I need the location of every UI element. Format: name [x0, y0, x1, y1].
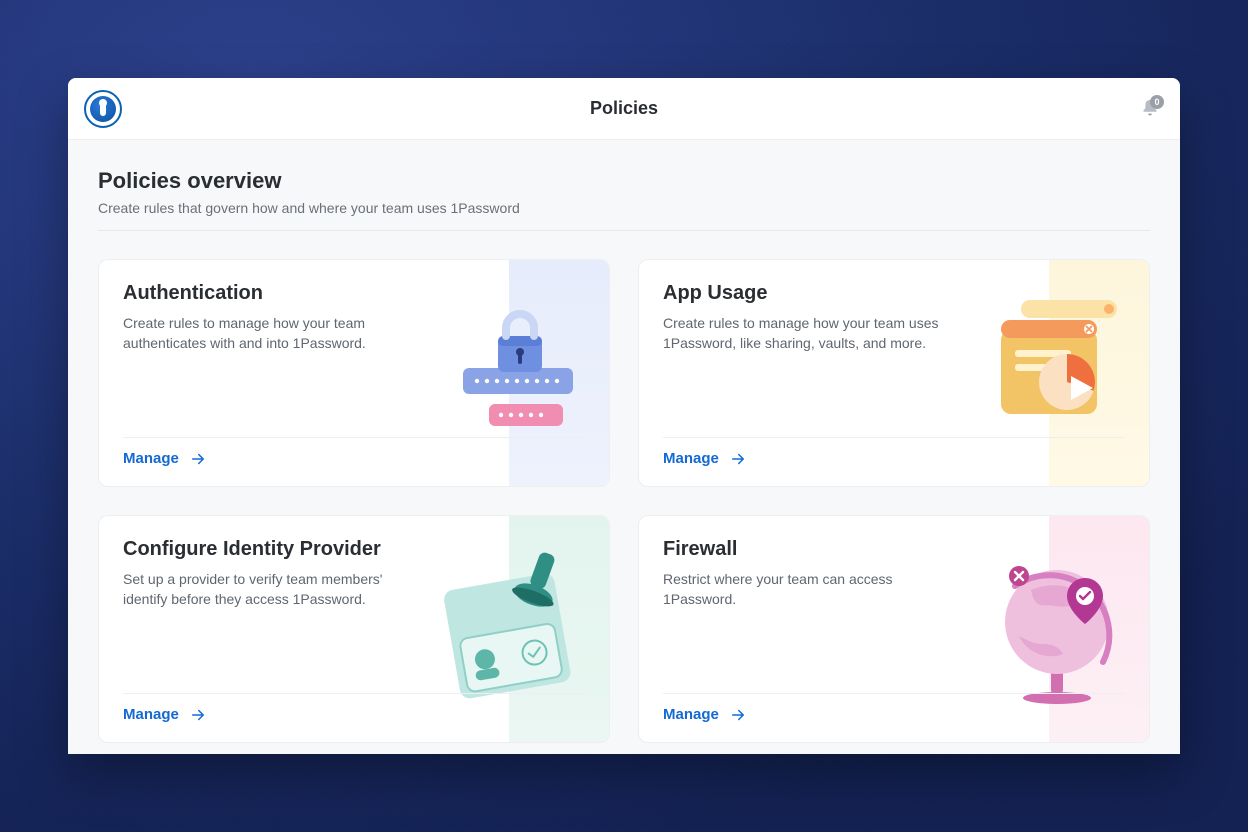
arrow-right-icon [189, 450, 207, 468]
manage-firewall-link[interactable]: Manage [663, 706, 747, 724]
cards-grid: Authentication Create rules to manage ho… [98, 259, 1150, 743]
arrow-right-icon [729, 450, 747, 468]
manage-authentication-link[interactable]: Manage [123, 450, 207, 468]
manage-app-usage-link[interactable]: Manage [663, 450, 747, 468]
manage-identity-provider-link[interactable]: Manage [123, 706, 207, 724]
card-app-usage: App Usage Create rules to manage how you… [638, 259, 1150, 487]
divider [98, 230, 1150, 231]
notifications-button[interactable]: 0 [1138, 97, 1162, 121]
brand-logo-inner [90, 96, 116, 122]
overview-title: Policies overview [98, 168, 1150, 194]
manage-label: Manage [663, 706, 719, 723]
card-divider [663, 693, 1125, 694]
manage-label: Manage [663, 450, 719, 467]
card-firewall: Firewall Restrict where your team can ac… [638, 515, 1150, 743]
keyhole-icon [100, 102, 106, 116]
card-divider [663, 437, 1125, 438]
topbar: Policies 0 [68, 78, 1180, 140]
card-authentication: Authentication Create rules to manage ho… [98, 259, 610, 487]
card-description: Restrict where your team can access 1Pas… [663, 569, 963, 610]
notifications-badge: 0 [1150, 95, 1164, 109]
page-title: Policies [590, 98, 658, 119]
card-description: Create rules to manage how your team use… [663, 313, 963, 354]
content: Policies overview Create rules that gove… [68, 140, 1180, 754]
card-description: Create rules to manage how your team aut… [123, 313, 423, 354]
app-window: Policies 0 Policies overview Create rule… [68, 78, 1180, 754]
brand-logo[interactable] [84, 90, 122, 128]
card-divider [123, 693, 585, 694]
card-identity-provider: Configure Identity Provider Set up a pro… [98, 515, 610, 743]
overview-subtitle: Create rules that govern how and where y… [98, 200, 1150, 216]
card-divider [123, 437, 585, 438]
manage-label: Manage [123, 450, 179, 467]
arrow-right-icon [729, 706, 747, 724]
overview-header: Policies overview Create rules that gove… [98, 168, 1150, 231]
card-description: Set up a provider to verify team members… [123, 569, 423, 610]
arrow-right-icon [189, 706, 207, 724]
manage-label: Manage [123, 706, 179, 723]
